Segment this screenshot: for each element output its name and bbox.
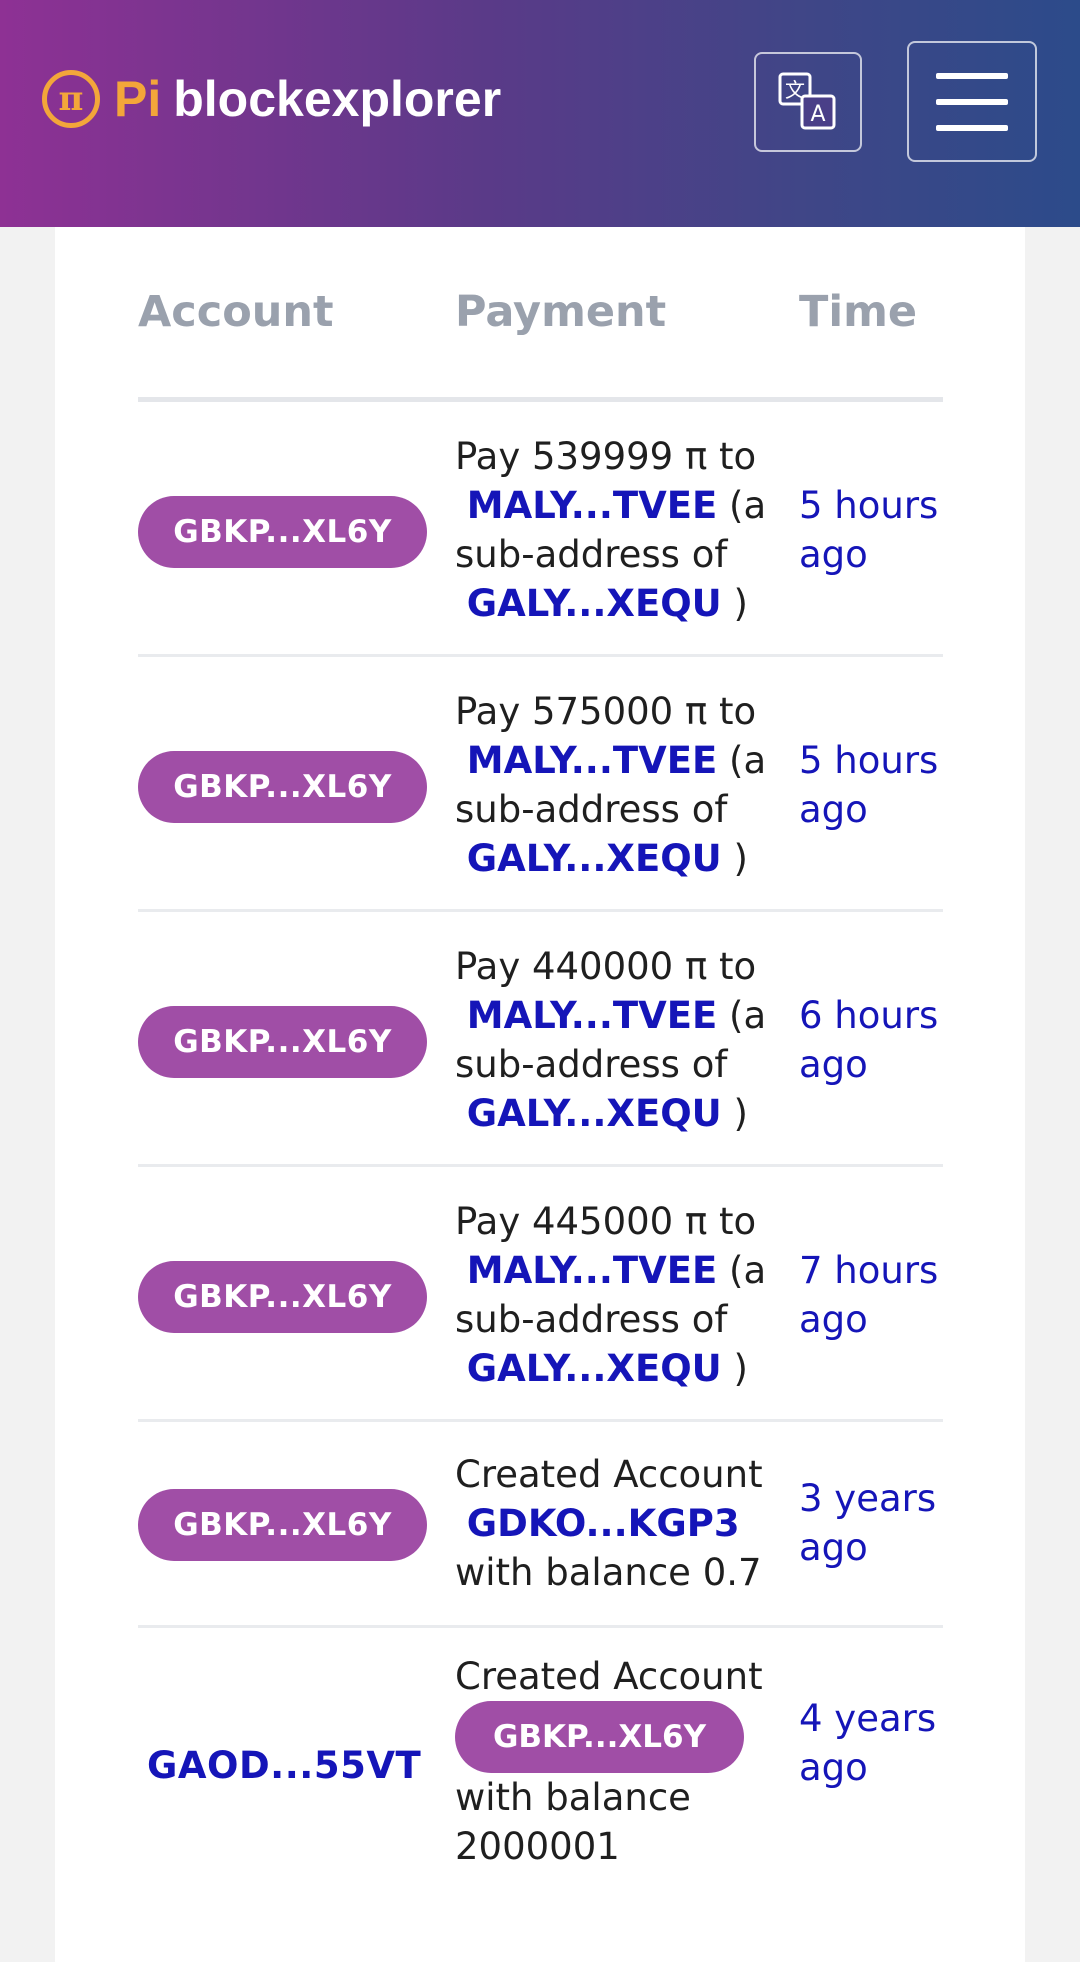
payment-text: sub-address of — [455, 788, 728, 831]
svg-text:A: A — [810, 102, 825, 127]
table-row: GBKP...XL6Y Pay 440000 π to MALY...TVEE … — [138, 912, 943, 1167]
logo-pi-text: Pi — [114, 71, 162, 127]
payment-link[interactable]: GDKO...KGP3 — [467, 1502, 740, 1545]
payment-text: sub-address of — [455, 1043, 728, 1086]
payment-text: sub-address of — [455, 1298, 728, 1341]
column-header-time: Time — [799, 287, 918, 337]
hamburger-line — [936, 98, 1008, 105]
table-header: Account Payment Time — [138, 287, 943, 402]
account-link[interactable]: GAOD...55VT — [147, 1744, 421, 1787]
payment-link[interactable]: GALY...XEQU — [467, 1347, 722, 1390]
payment-cell: Pay 445000 π to MALY...TVEE (a sub-addre… — [455, 1197, 775, 1393]
payment-link[interactable]: GALY...XEQU — [467, 1092, 722, 1135]
payment-link[interactable]: MALY...TVEE — [467, 739, 718, 782]
account-pill[interactable]: GBKP...XL6Y — [138, 1006, 427, 1078]
account-pill[interactable]: GBKP...XL6Y — [455, 1701, 744, 1773]
account-pill[interactable]: GBKP...XL6Y — [138, 496, 427, 568]
payment-cell: Created Account GBKP...XL6Y with balance… — [455, 1652, 775, 1871]
payment-text: Pay 575000 π to — [455, 690, 757, 733]
table-row: GBKP...XL6Y Created Account GDKO...KGP3 … — [138, 1422, 943, 1628]
payment-cell: Created Account GDKO...KGP3 with balance… — [455, 1450, 775, 1597]
top-navbar: π Pi blockexplorer 文 A — [0, 0, 1080, 227]
time-cell[interactable]: 7 hours ago — [799, 1246, 949, 1344]
payment-text: with balance — [455, 1776, 691, 1819]
time-cell[interactable]: 3 years ago — [799, 1474, 949, 1572]
payment-text: Pay 445000 π to — [455, 1200, 757, 1243]
payment-link[interactable]: GALY...XEQU — [467, 837, 722, 880]
table-row: GBKP...XL6Y Pay 539999 π to MALY...TVEE … — [138, 402, 943, 657]
time-cell[interactable]: 6 hours ago — [799, 991, 949, 1089]
payment-link[interactable]: MALY...TVEE — [467, 1249, 718, 1292]
payment-text: Pay 440000 π to — [455, 945, 757, 988]
logo-blockexplorer-text: blockexplorer — [173, 71, 502, 127]
column-header-payment: Payment — [455, 287, 667, 337]
payment-cell: Pay 575000 π to MALY...TVEE (a sub-addre… — [455, 687, 775, 883]
payment-cell: Pay 440000 π to MALY...TVEE (a sub-addre… — [455, 942, 775, 1138]
transactions-card: Account Payment Time GBKP...XL6Y Pay 539… — [55, 227, 1025, 1962]
payment-link[interactable]: MALY...TVEE — [467, 994, 718, 1037]
payment-text: Pay 539999 π to — [455, 435, 757, 478]
account-pill[interactable]: GBKP...XL6Y — [138, 1261, 427, 1333]
time-cell[interactable]: 4 years ago — [799, 1694, 949, 1792]
time-cell[interactable]: 5 hours ago — [799, 481, 949, 579]
time-cell[interactable]: 5 hours ago — [799, 736, 949, 834]
table-row: GBKP...XL6Y Pay 575000 π to MALY...TVEE … — [138, 657, 943, 912]
payment-text: Created Account — [455, 1655, 763, 1698]
table-row: GBKP...XL6Y Pay 445000 π to MALY...TVEE … — [138, 1167, 943, 1422]
translate-icon: 文 A — [778, 72, 836, 130]
payment-cell: Pay 539999 π to MALY...TVEE (a sub-addre… — [455, 432, 775, 628]
account-pill[interactable]: GBKP...XL6Y — [138, 751, 427, 823]
translate-button[interactable]: 文 A — [754, 52, 862, 152]
column-header-account: Account — [138, 287, 334, 337]
payment-text: Created Account — [455, 1453, 763, 1496]
account-pill[interactable]: GBKP...XL6Y — [138, 1489, 427, 1561]
payment-text: sub-address of — [455, 533, 728, 576]
table-row: GAOD...55VT Created Account GBKP...XL6Y … — [138, 1628, 943, 1908]
hamburger-line — [936, 124, 1008, 131]
payment-link[interactable]: MALY...TVEE — [467, 484, 718, 527]
hamburger-line — [936, 72, 1008, 79]
pi-logo-icon: π — [42, 70, 100, 128]
payment-link[interactable]: GALY...XEQU — [467, 582, 722, 625]
hamburger-menu-button[interactable] — [907, 41, 1037, 162]
payment-text: with balance 0.7 — [455, 1551, 762, 1594]
payment-text: 2000001 — [455, 1825, 620, 1868]
site-logo[interactable]: π Pi blockexplorer — [42, 70, 501, 128]
